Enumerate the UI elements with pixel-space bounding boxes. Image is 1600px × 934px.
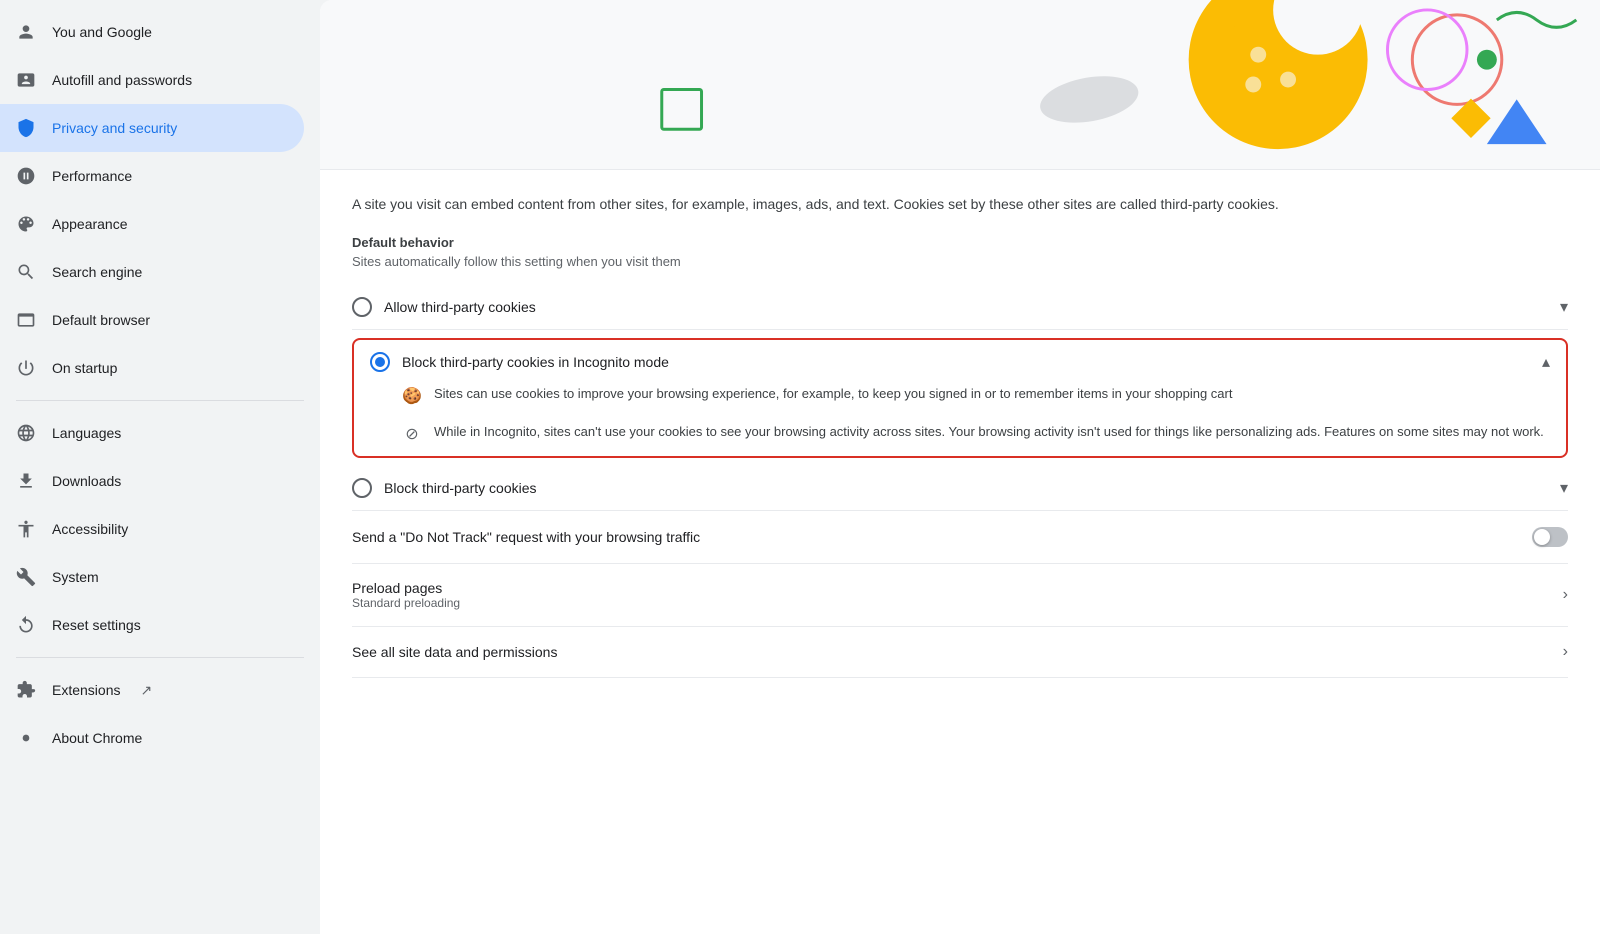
do-not-track-label: Send a "Do Not Track" request with your …: [352, 529, 1520, 545]
allow-chevron-icon: ▾: [1560, 297, 1568, 317]
block-chevron-icon: ▾: [1560, 478, 1568, 498]
site-data-chevron-icon: ›: [1563, 643, 1568, 661]
sidebar-item-about-chrome[interactable]: About Chrome: [0, 714, 304, 762]
sidebar-label-privacy: Privacy and security: [52, 120, 177, 136]
sidebar-label-performance: Performance: [52, 168, 132, 184]
chrome-icon: [16, 728, 36, 748]
sidebar-label-on-startup: On startup: [52, 360, 117, 376]
sidebar-item-default-browser[interactable]: Default browser: [0, 296, 304, 344]
settings-content: A site you visit can embed content from …: [320, 170, 1600, 702]
sidebar-item-on-startup[interactable]: On startup: [0, 344, 304, 392]
allow-label: Allow third-party cookies: [384, 299, 1548, 315]
speed-icon: [16, 166, 36, 186]
sidebar-item-search-engine[interactable]: Search engine: [0, 248, 304, 296]
preload-pages-subtitle: Standard preloading: [352, 596, 1551, 610]
block-incognito-radio[interactable]: [370, 352, 390, 372]
main-content: A site you visit can embed content from …: [320, 0, 1600, 934]
sidebar-divider: [16, 400, 304, 401]
sidebar-item-reset-settings[interactable]: Reset settings: [0, 601, 304, 649]
do-not-track-toggle[interactable]: [1532, 527, 1568, 547]
external-link-icon: ↗: [140, 682, 152, 699]
sidebar-divider-2: [16, 657, 304, 658]
do-not-track-row: Send a "Do Not Track" request with your …: [352, 511, 1568, 564]
sidebar-label-you-google: You and Google: [52, 24, 152, 40]
browser-icon: [16, 310, 36, 330]
sidebar-item-appearance[interactable]: Appearance: [0, 200, 304, 248]
globe-icon: [16, 423, 36, 443]
sidebar-label-languages: Languages: [52, 425, 121, 441]
sidebar-label-search-engine: Search engine: [52, 264, 142, 280]
site-data-row[interactable]: See all site data and permissions ›: [352, 627, 1568, 678]
accessibility-icon: [16, 519, 36, 539]
sidebar-label-system: System: [52, 569, 99, 585]
site-data-title: See all site data and permissions: [352, 644, 1551, 660]
block-radio[interactable]: [352, 478, 372, 498]
shield-icon: [16, 118, 36, 138]
allow-option[interactable]: Allow third-party cookies ▾: [352, 285, 1568, 330]
do-not-track-title: Send a "Do Not Track" request with your …: [352, 529, 1520, 545]
block-icon: ⊘: [402, 424, 422, 444]
cookie-icon: 🍪: [402, 386, 422, 406]
default-behavior-title: Default behavior: [352, 235, 1568, 250]
search-icon: [16, 262, 36, 282]
allow-radio[interactable]: [352, 297, 372, 317]
block-option[interactable]: Block third-party cookies ▾: [352, 466, 1568, 511]
sidebar-label-extensions: Extensions: [52, 682, 120, 698]
block-incognito-chevron-icon: ▴: [1542, 352, 1550, 372]
preload-pages-title: Preload pages: [352, 580, 1551, 596]
block-incognito-label: Block third-party cookies in Incognito m…: [402, 354, 1530, 370]
sidebar-label-about-chrome: About Chrome: [52, 730, 142, 746]
sidebar-item-downloads[interactable]: Downloads: [0, 457, 304, 505]
block-incognito-row[interactable]: Block third-party cookies in Incognito m…: [370, 352, 1550, 372]
detail-row-2: ⊘ While in Incognito, sites can't use yo…: [402, 422, 1550, 444]
person-icon: [16, 22, 36, 42]
sidebar-item-extensions[interactable]: Extensions ↗: [0, 666, 304, 714]
wrench-icon: [16, 567, 36, 587]
sidebar-label-reset-settings: Reset settings: [52, 617, 141, 633]
sidebar-item-languages[interactable]: Languages: [0, 409, 304, 457]
block-incognito-block: Block third-party cookies in Incognito m…: [352, 338, 1568, 458]
block-label: Block third-party cookies: [384, 480, 1548, 496]
sidebar-item-autofill[interactable]: Autofill and passwords: [0, 56, 304, 104]
sidebar-item-privacy[interactable]: Privacy and security: [0, 104, 304, 152]
sidebar-label-downloads: Downloads: [52, 473, 121, 489]
illustration-area: [320, 0, 1600, 170]
reset-icon: [16, 615, 36, 635]
preload-pages-label: Preload pages Standard preloading: [352, 580, 1551, 610]
power-icon: [16, 358, 36, 378]
sidebar-label-autofill: Autofill and passwords: [52, 72, 192, 88]
sidebar: You and Google Autofill and passwords Priv…: [0, 0, 320, 934]
sidebar-item-accessibility[interactable]: Accessibility: [0, 505, 304, 553]
site-data-label: See all site data and permissions: [352, 644, 1551, 660]
block-incognito-details: 🍪 Sites can use cookies to improve your …: [370, 384, 1550, 444]
sidebar-item-you-google[interactable]: You and Google: [0, 8, 304, 56]
badge-icon: [16, 70, 36, 90]
detail-text-2: While in Incognito, sites can't use your…: [434, 422, 1544, 442]
detail-row-1: 🍪 Sites can use cookies to improve your …: [402, 384, 1550, 406]
sidebar-label-default-browser: Default browser: [52, 312, 150, 328]
description: A site you visit can embed content from …: [352, 194, 1568, 215]
sidebar-label-appearance: Appearance: [52, 216, 128, 232]
default-behavior-subtitle: Sites automatically follow this setting …: [352, 254, 1568, 269]
preload-pages-row[interactable]: Preload pages Standard preloading ›: [352, 564, 1568, 627]
sidebar-item-performance[interactable]: Performance: [0, 152, 304, 200]
detail-text-1: Sites can use cookies to improve your br…: [434, 384, 1232, 404]
palette-icon: [16, 214, 36, 234]
preload-chevron-icon: ›: [1563, 586, 1568, 604]
puzzle-icon: [16, 680, 36, 700]
sidebar-item-system[interactable]: System: [0, 553, 304, 601]
sidebar-label-accessibility: Accessibility: [52, 521, 128, 537]
download-icon: [16, 471, 36, 491]
